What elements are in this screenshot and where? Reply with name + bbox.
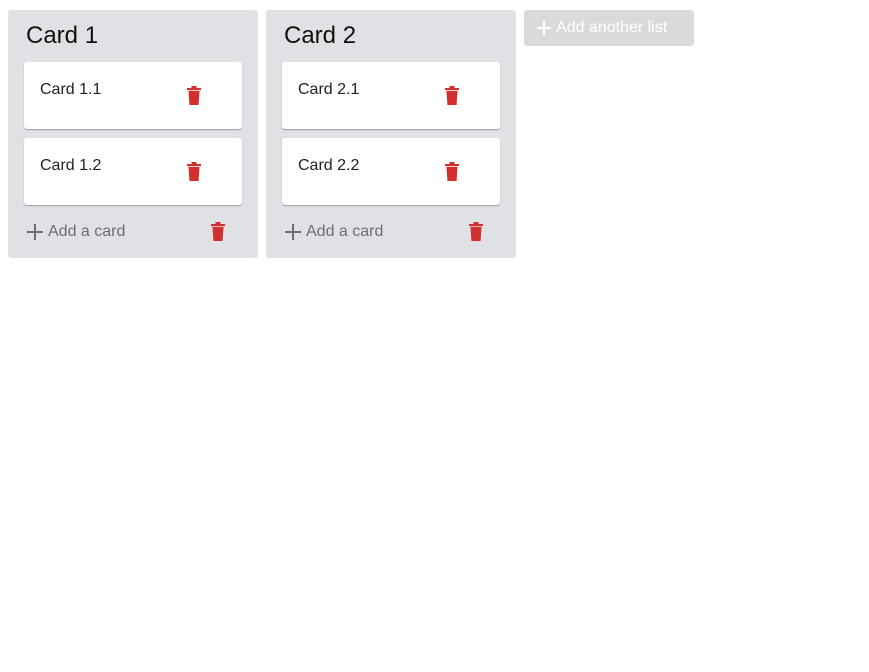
card-text: Card 1.2: [40, 157, 102, 174]
plus-icon: [27, 224, 43, 240]
card-text: Card 2.2: [298, 157, 360, 174]
delete-list-icon[interactable]: [468, 222, 484, 241]
board: Card 1 Card 1.1 Card 1.2 Add a card Card…: [0, 0, 869, 672]
list-title[interactable]: Card 2: [284, 22, 356, 50]
add-card-label: Add a card: [306, 223, 384, 240]
list-card-2: Card 2 Card 2.1 Card 2.2 Add a card: [266, 10, 516, 258]
trash-icon[interactable]: [186, 162, 202, 181]
delete-list-icon[interactable]: [210, 222, 226, 241]
trash-icon[interactable]: [186, 86, 202, 105]
card-item[interactable]: Card 1.1: [24, 62, 242, 129]
trash-icon[interactable]: [444, 86, 460, 105]
add-list-label: Add another list: [556, 19, 668, 36]
card-text: Card 1.1: [40, 81, 102, 98]
add-card-button[interactable]: Add a card: [284, 220, 383, 244]
plus-icon: [285, 224, 301, 240]
trash-icon[interactable]: [444, 162, 460, 181]
card-item[interactable]: Card 2.2: [282, 138, 500, 205]
card-item[interactable]: Card 2.1: [282, 62, 500, 129]
card-text: Card 2.1: [298, 81, 360, 98]
list-card-1: Card 1 Card 1.1 Card 1.2 Add a card: [8, 10, 258, 258]
card-item[interactable]: Card 1.2: [24, 138, 242, 205]
plus-icon: [537, 21, 551, 35]
list-title[interactable]: Card 1: [26, 22, 98, 50]
add-card-button[interactable]: Add a card: [26, 220, 125, 244]
add-card-label: Add a card: [48, 223, 126, 240]
add-list-button[interactable]: Add another list: [524, 10, 694, 46]
